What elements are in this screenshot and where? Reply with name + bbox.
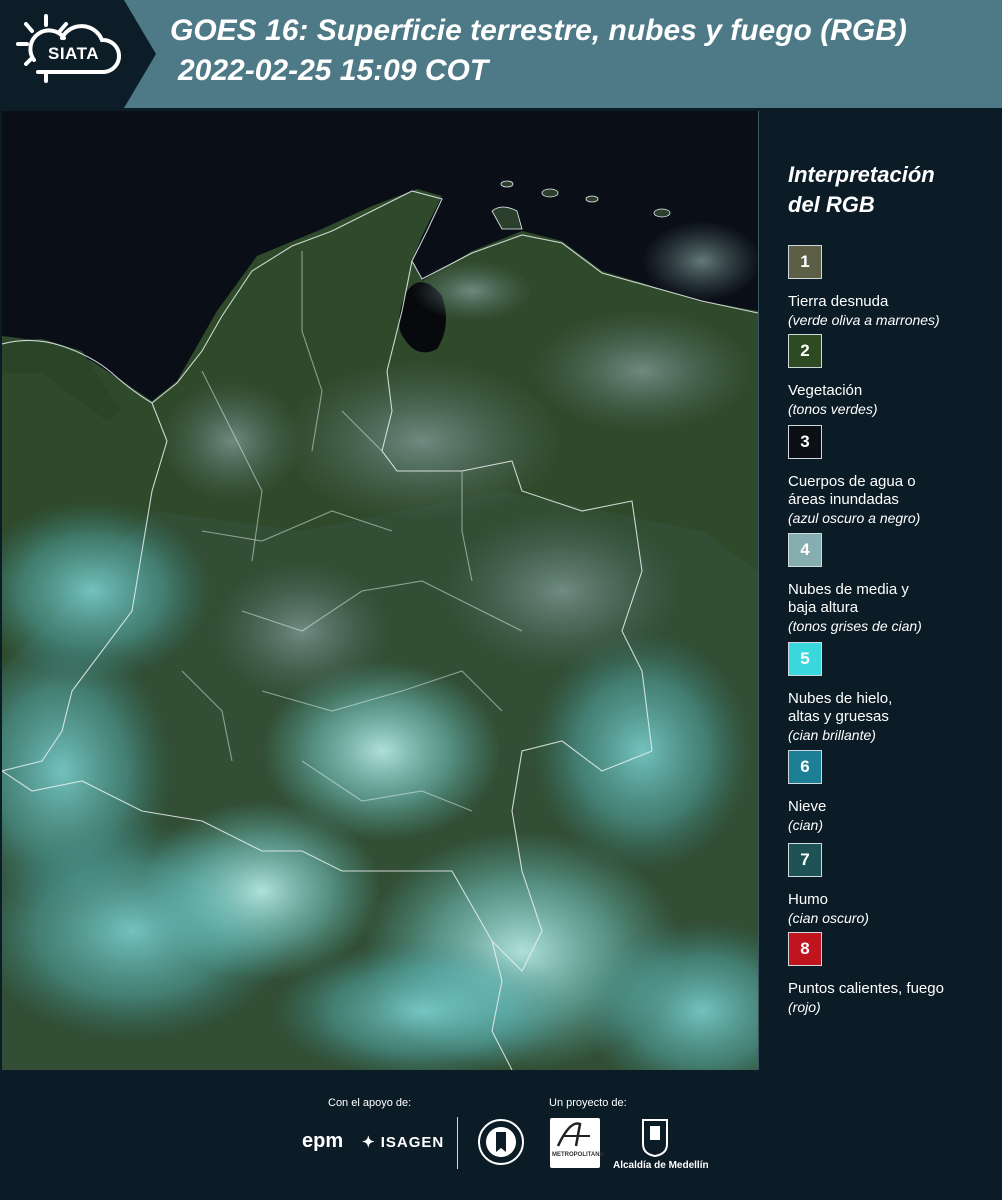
- legend-swatch: 8: [788, 932, 822, 966]
- legend-item-4: 4 Nubes de media y baja altura (tonos gr…: [788, 533, 922, 635]
- area-metropolitana-logo: [550, 1118, 600, 1168]
- isagen-logo-text: ISAGEN: [380, 1134, 445, 1151]
- legend-panel: Interpretación del RGB: [778, 160, 998, 220]
- legend-desc: (verde oliva a marrones): [788, 312, 940, 328]
- legend-swatch: 2: [788, 334, 822, 368]
- legend-label: Humo: [788, 891, 829, 908]
- legend-label-line1: Nubes de media y: [788, 581, 909, 598]
- legend-label: Vegetación: [788, 382, 863, 399]
- isagen-logo: ✦ ISAGEN: [362, 1133, 444, 1151]
- legend-title: Interpretación del RGB: [788, 160, 998, 220]
- epm-logo: epm: [302, 1130, 344, 1152]
- legend-label-line1: Cuerpos de agua o: [788, 473, 916, 490]
- legend-label-line2: baja altura: [788, 599, 859, 616]
- legend-swatch: 4: [788, 533, 822, 567]
- legend-item-2: 2 Vegetación (tonos verdes): [788, 334, 877, 418]
- legend-label-line2: altas y gruesas: [788, 708, 889, 725]
- siata-logo-text: SIATA: [48, 44, 99, 63]
- satellite-map: [2, 111, 759, 1070]
- legend-swatch: 5: [788, 642, 822, 676]
- header-bar: SIATA GOES 16: Superficie terrestre, nub…: [0, 0, 1002, 108]
- alcaldia-text: Alcaldía de Medellín: [613, 1160, 709, 1171]
- legend-item-6: 6 Nieve (cian): [788, 750, 826, 834]
- area-metropolitana-text: METROPOLITANA: [552, 1152, 604, 1158]
- legend-label: Nieve: [788, 798, 827, 815]
- alcaldia-shield-icon: [642, 1119, 668, 1158]
- satellite-image: [2, 111, 758, 1070]
- legend-desc: (cian oscuro): [788, 910, 869, 926]
- page-title: GOES 16: Superficie terrestre, nubes y f…: [170, 14, 907, 47]
- legend-title-line1: Interpretación: [788, 162, 935, 187]
- legend-label-line2: áreas inundadas: [788, 491, 899, 508]
- legend-item-7: 7 Humo (cian oscuro): [788, 843, 869, 927]
- project-caption: Un proyecto de:: [549, 1097, 627, 1109]
- legend-desc: (cian): [788, 817, 824, 833]
- legend-desc: (azul oscuro a negro): [788, 510, 921, 526]
- legend-item-8: 8 Puntos calientes, fuego (rojo): [788, 932, 944, 1016]
- legend-swatch: 3: [788, 425, 822, 459]
- university-seal-icon: [478, 1119, 524, 1165]
- legend-desc: (tonos grises de cian): [788, 618, 922, 634]
- footer-divider: [457, 1117, 458, 1169]
- legend-swatch: 6: [788, 750, 822, 784]
- legend-label: Tierra desnuda: [788, 293, 889, 310]
- legend-desc: (cian brillante): [788, 727, 876, 743]
- area-metropolitana-mark-icon: [556, 1122, 590, 1147]
- legend-title-line2: del RGB: [788, 192, 875, 217]
- legend-label-line1: Nubes de hielo,: [788, 690, 893, 707]
- isagen-mark-icon: ✦: [362, 1134, 376, 1151]
- legend-swatch: 7: [788, 843, 822, 877]
- legend-label: Puntos calientes, fuego: [788, 980, 944, 997]
- legend-item-1: 1 Tierra desnuda (verde oliva a marrones…: [788, 245, 940, 329]
- timestamp-title: 2022-02-25 15:09 COT: [178, 54, 489, 87]
- support-caption: Con el apoyo de:: [328, 1097, 412, 1109]
- legend-item-3: 3 Cuerpos de agua o áreas inundadas (azu…: [788, 425, 920, 527]
- legend-desc: (rojo): [788, 999, 821, 1015]
- legend-desc: (tonos verdes): [788, 401, 878, 417]
- legend-swatch: 1: [788, 245, 822, 279]
- legend-item-5: 5 Nubes de hielo, altas y gruesas (cian …: [788, 642, 892, 744]
